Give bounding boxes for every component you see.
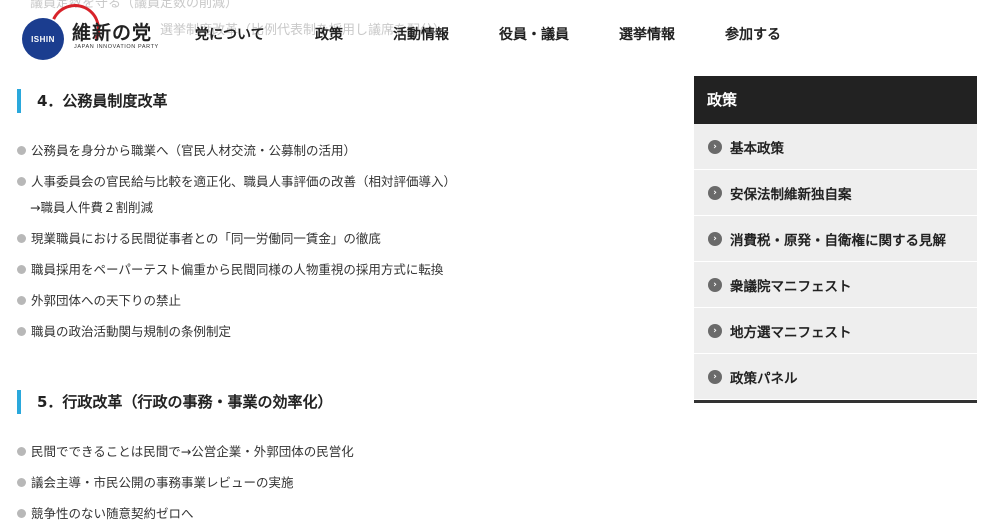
sidebar-item-policy-panel[interactable]: › 政策パネル	[694, 354, 977, 400]
chevron-right-icon: ›	[708, 139, 722, 154]
bullet-icon	[17, 265, 26, 274]
bullet-icon	[17, 509, 26, 518]
policy-sidebar: 政策 › 基本政策 › 安保法制維新独自案 › 消費税・原発・自衛権に関する見解 › 衆…	[694, 76, 977, 403]
list-item: 人事委員会の官民給与比較を適正化、職員人事評価の改善（相対評価導入）	[17, 173, 456, 191]
party-logo[interactable]: ISHIN 維新の党 JAPAN INNOVATION PARTY	[22, 0, 162, 62]
nav-item-about[interactable]: 党について	[195, 24, 265, 44]
list-item: 競争性のない随意契約ゼロへ	[17, 505, 194, 523]
sidebar-item-basic-policy[interactable]: › 基本政策	[694, 124, 977, 170]
nav-item-elections[interactable]: 選挙情報	[619, 24, 675, 44]
chevron-right-icon: ›	[708, 231, 722, 246]
logo-circle: ISHIN	[22, 18, 64, 60]
chevron-right-icon: ›	[708, 323, 722, 338]
bullet-icon	[17, 177, 26, 186]
chevron-right-icon: ›	[708, 277, 722, 292]
nav-item-members[interactable]: 役員・議員	[499, 24, 569, 44]
sidebar-bottom-border	[694, 400, 977, 403]
sidebar-item-lower-house-manifesto[interactable]: › 衆議院マニフェスト	[694, 262, 977, 308]
bullet-icon	[17, 327, 26, 336]
nav-item-join[interactable]: 参加する	[725, 24, 781, 44]
bullet-icon	[17, 234, 26, 243]
section-heading: 5．行政改革（行政の事務・事業の効率化）	[17, 390, 332, 414]
list-item: 外郭団体への天下りの禁止	[17, 292, 181, 310]
section-heading: 4．公務員制度改革	[17, 89, 167, 113]
sidebar-item-local-manifesto[interactable]: › 地方選マニフェスト	[694, 308, 977, 354]
list-item: 現業職員における民間従事者との「同一労働同一賃金」の徹底	[17, 230, 381, 248]
sidebar-title: 政策	[694, 76, 977, 124]
sidebar-item-views[interactable]: › 消費税・原発・自衛権に関する見解	[694, 216, 977, 262]
list-item-continuation: →職員人件費２割削減	[30, 200, 153, 215]
sidebar-item-security-bill[interactable]: › 安保法制維新独自案	[694, 170, 977, 216]
list-item: 職員の政治活動関与規制の条例制定	[17, 323, 231, 341]
list-item: 議会主導・市民公開の事務事業レビューの実施	[17, 474, 294, 492]
nav-item-policy[interactable]: 政策	[315, 24, 343, 44]
logo-name: 維新の党	[72, 22, 153, 44]
chevron-right-icon: ›	[708, 185, 722, 200]
chevron-right-icon: ›	[708, 369, 722, 384]
bullet-icon	[17, 447, 26, 456]
list-item: 民間でできることは民間で→公営企業・外郭団体の民営化	[17, 443, 354, 461]
logo-subtitle: JAPAN INNOVATION PARTY	[74, 44, 159, 50]
list-item: 職員採用をペーパーテスト偏重から民間同様の人物重視の採用方式に転換	[17, 261, 443, 279]
bullet-icon	[17, 146, 26, 155]
bullet-icon	[17, 478, 26, 487]
site-header: ISHIN 維新の党 JAPAN INNOVATION PARTY 党について …	[0, 0, 993, 70]
bullet-icon	[17, 296, 26, 305]
nav-item-activities[interactable]: 活動情報	[393, 24, 449, 44]
list-item: 公務員を身分から職業へ（官民人材交流・公募制の活用）	[17, 142, 356, 160]
